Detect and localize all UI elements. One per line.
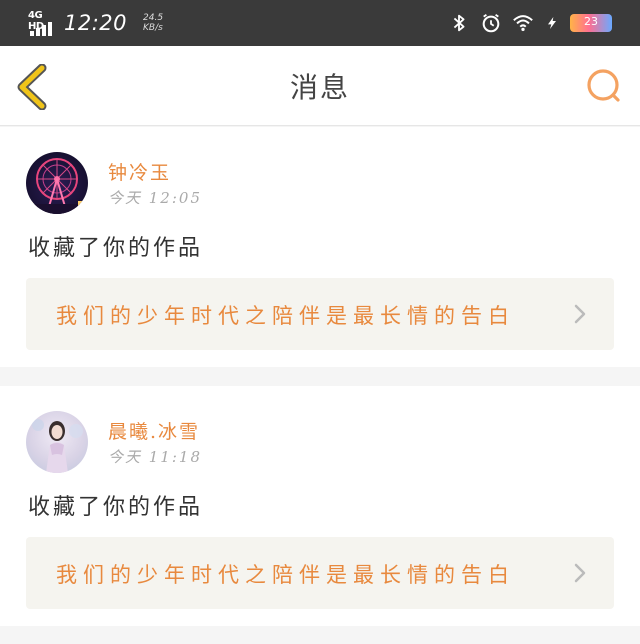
portrait-avatar-image — [32, 419, 83, 473]
speed-unit: KB/s — [143, 23, 163, 33]
message-time: 今天 11:18 — [108, 448, 202, 466]
status-bar: 4G HD 12:20 24.5 KB/s 23 — [0, 0, 640, 46]
action-text: 收藏了你的作品 — [28, 495, 204, 520]
message-card: 钟冷玉 今天 12:05 收藏了你的作品 我们的少年时代之陪伴是最长情的告白 — [0, 127, 640, 367]
search-button[interactable] — [584, 66, 624, 106]
status-left: 4G HD 12:20 24.5 KB/s — [28, 8, 163, 38]
wifi-icon — [513, 15, 533, 32]
chevron-right-icon — [574, 304, 586, 324]
alarm-icon — [482, 13, 500, 33]
work-link[interactable]: 我们的少年时代之陪伴是最长情的告白 — [26, 537, 614, 609]
page-title: 消息 — [289, 71, 350, 104]
action-text: 收藏了你的作品 — [28, 236, 204, 261]
username[interactable]: 钟冷玉 — [108, 158, 171, 185]
status-right: 23 — [448, 8, 612, 38]
network-speed: 24.5 KB/s — [143, 13, 163, 33]
bluetooth-icon — [453, 14, 465, 32]
status-time: 12:20 — [64, 11, 128, 35]
app-header: 消息 — [0, 46, 640, 126]
work-title: 我们的少年时代之陪伴是最长情的告白 — [56, 304, 515, 328]
work-title: 我们的少年时代之陪伴是最长情的告白 — [56, 563, 515, 587]
avatar[interactable] — [26, 152, 88, 214]
battery-level: 23 — [584, 15, 598, 28]
username[interactable]: 晨曦.冰雪 — [108, 417, 200, 444]
charging-icon — [548, 17, 556, 29]
message-time: 今天 12:05 — [108, 189, 202, 207]
battery-icon: 23 — [570, 14, 612, 32]
ferris-wheel-avatar-image — [26, 158, 88, 214]
search-icon — [587, 69, 620, 102]
avatar[interactable] — [26, 411, 88, 473]
signal-icon: 4G HD — [28, 10, 58, 36]
work-link[interactable]: 我们的少年时代之陪伴是最长情的告白 — [26, 278, 614, 350]
speed-value: 24.5 — [143, 13, 164, 23]
chevron-right-icon — [574, 563, 586, 583]
message-card: 晨曦.冰雪 今天 11:18 收藏了你的作品 我们的少年时代之陪伴是最长情的告白 — [0, 386, 640, 626]
